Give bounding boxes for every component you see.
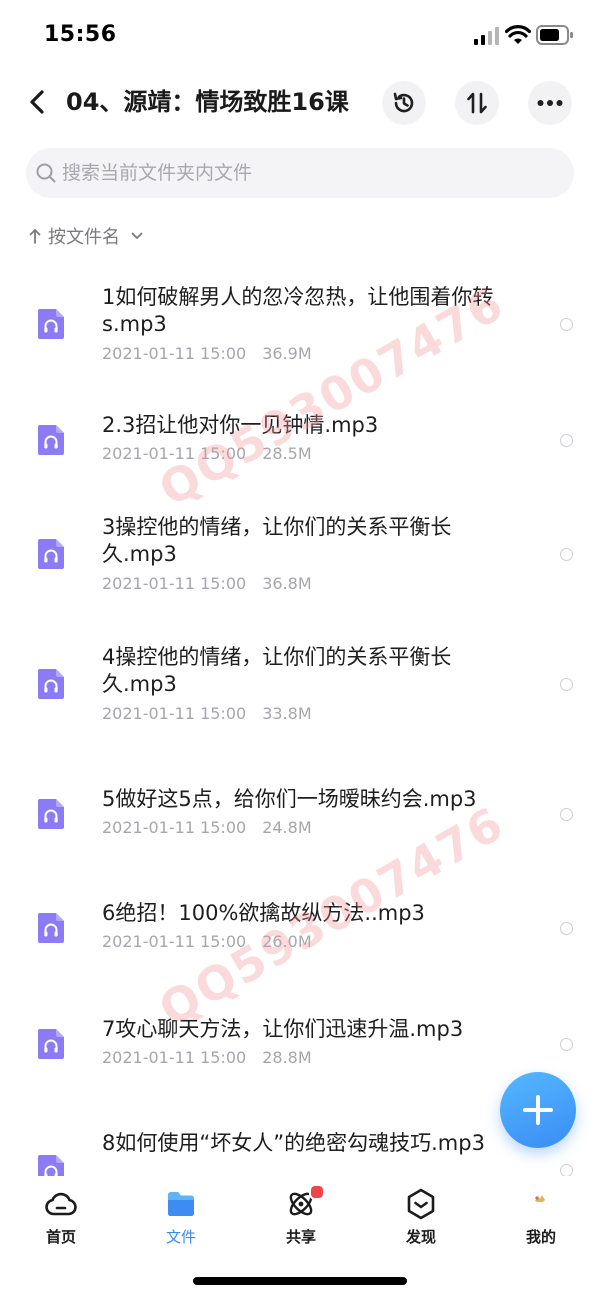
notification-badge <box>309 1184 325 1200</box>
signal-icon <box>474 27 499 45</box>
status-time: 15:56 <box>44 22 117 47</box>
home-indicator <box>193 1277 407 1285</box>
tab-discover-label: 发现 <box>405 1228 436 1246</box>
list-item[interactable]: 2.3招让他对你一见钟情.mp3 2021-01-11 15:00 28.5M <box>0 412 600 486</box>
file-name: 5做好这5点，给你们一场暧昧约会.mp3 <box>102 787 477 811</box>
file-name: 7攻心聊天方法，让你们迅速升温.mp3 <box>102 1017 464 1041</box>
search-input[interactable]: 搜索当前文件夹内文件 <box>26 148 574 198</box>
audio-file-icon <box>36 307 66 341</box>
tab-home[interactable]: 首页 <box>21 1186 101 1247</box>
wifi-icon <box>505 25 531 44</box>
file-meta: 2021-01-11 15:00 36.8M <box>102 574 312 593</box>
file-date: 2021-01-11 15:00 <box>102 1048 247 1067</box>
file-size: 24.8M <box>262 818 312 837</box>
select-checkbox[interactable] <box>560 808 573 821</box>
file-name: 6绝招！100%欲擒故纵方法..mp3 <box>102 901 425 925</box>
tab-mine-label: 我的 <box>525 1228 556 1246</box>
compass-icon <box>407 1188 435 1220</box>
sort-selector[interactable]: 按文件名 <box>28 222 144 250</box>
search-icon <box>36 163 56 183</box>
audio-file-icon <box>36 797 66 831</box>
sort-label: 按文件名 <box>48 227 120 248</box>
file-size: 26.0M <box>262 932 312 951</box>
sort-icon <box>467 92 487 114</box>
status-bar: 15:56 <box>0 0 600 70</box>
file-meta: 2021-01-11 15:00 28.8M <box>102 1048 312 1067</box>
folder-icon <box>168 1192 194 1216</box>
tab-mine[interactable]: 我的 <box>501 1186 581 1247</box>
file-size: 28.8M <box>262 1048 312 1067</box>
file-size: 36.9M <box>262 344 312 363</box>
list-item[interactable]: 4操控他的情绪，让你们的关系平衡长久.mp3 2021-01-11 15:00 33… <box>0 644 600 744</box>
page-title: 04、源靖：情场致胜16课 <box>66 88 349 116</box>
tab-files[interactable]: 文件 <box>141 1186 221 1247</box>
select-checkbox[interactable] <box>560 318 573 331</box>
profile-icon <box>535 1195 545 1202</box>
search-placeholder: 搜索当前文件夹内文件 <box>62 162 253 184</box>
list-item[interactable]: 1如何破解男人的忽冷忽热，让他围着你转s.mp3 2021-01-11 15:00… <box>0 284 600 384</box>
file-name: 2.3招让他对你一见钟情.mp3 <box>102 413 379 437</box>
tab-discover[interactable]: 发现 <box>381 1186 461 1247</box>
audio-file-icon <box>36 423 66 457</box>
tab-share-label: 共享 <box>285 1228 316 1246</box>
more-button[interactable] <box>528 81 572 125</box>
file-meta: 2021-01-11 15:00 24.8M <box>102 818 312 837</box>
file-date: 2021-01-11 15:00 <box>102 704 247 723</box>
file-meta: 2021-01-11 15:00 28.5M <box>102 444 312 463</box>
file-size: 33.8M <box>262 704 312 723</box>
select-checkbox[interactable] <box>560 922 573 935</box>
select-checkbox[interactable] <box>560 678 573 691</box>
file-date: 2021-01-11 15:00 <box>102 818 247 837</box>
file-name: 3操控他的情绪，让你们的关系平衡长久.mp3 <box>102 515 452 566</box>
atom-icon <box>283 1184 325 1222</box>
select-checkbox[interactable] <box>560 1038 573 1051</box>
audio-file-icon <box>36 667 66 701</box>
chevron-down-icon <box>131 232 143 239</box>
audio-file-icon <box>36 537 66 571</box>
history-icon <box>393 92 414 113</box>
header: 04、源靖：情场致胜16课 <box>0 72 600 132</box>
file-meta: 2021-01-11 15:00 33.8M <box>102 704 312 723</box>
file-date: 2021-01-11 15:00 <box>102 344 247 363</box>
plus-icon <box>523 1095 553 1125</box>
tab-home-label: 首页 <box>45 1228 76 1246</box>
cloud-icon <box>45 1192 77 1216</box>
history-button[interactable] <box>382 81 426 125</box>
battery-icon <box>536 25 573 45</box>
back-icon[interactable] <box>22 84 52 120</box>
audio-file-icon <box>36 911 66 945</box>
tab-bar: 首页 文件 共享 发现 我的 <box>0 1176 600 1256</box>
arrow-up-icon <box>29 229 41 244</box>
file-meta: 2021-01-11 15:00 36.9M <box>102 344 312 363</box>
audio-file-icon <box>36 1027 66 1061</box>
list-item[interactable]: 3操控他的情绪，让你们的关系平衡长久.mp3 2021-01-11 15:00 36… <box>0 514 600 614</box>
file-size: 28.5M <box>262 444 312 463</box>
sort-button[interactable] <box>455 81 499 125</box>
file-date: 2021-01-11 15:00 <box>102 444 247 463</box>
list-item[interactable]: 5做好这5点，给你们一场暧昧约会.mp3 2021-01-11 15:00 24.8… <box>0 786 600 860</box>
file-meta: 2021-01-11 15:00 26.0M <box>102 932 312 951</box>
file-date: 2021-01-11 15:00 <box>102 574 247 593</box>
file-name: 4操控他的情绪，让你们的关系平衡长久.mp3 <box>102 645 452 696</box>
select-checkbox[interactable] <box>560 548 573 561</box>
tab-files-label: 文件 <box>165 1228 196 1246</box>
file-name: 1如何破解男人的忽冷忽热，让他围着你转s.mp3 <box>102 285 494 336</box>
tab-share[interactable]: 共享 <box>261 1184 341 1247</box>
add-button[interactable] <box>500 1072 576 1148</box>
more-icon <box>537 100 563 106</box>
file-name: 8如何使用“坏女人”的绝密勾魂技巧.mp3 <box>102 1131 485 1155</box>
select-checkbox[interactable] <box>560 434 573 447</box>
list-item[interactable]: 6绝招！100%欲擒故纵方法..mp3 2021-01-11 15:00 26.0M <box>0 900 600 974</box>
file-date: 2021-01-11 15:00 <box>102 932 247 951</box>
list-item[interactable]: 7攻心聊天方法，让你们迅速升温.mp3 2021-01-11 15:00 28.8M <box>0 1016 600 1090</box>
file-size: 36.8M <box>262 574 312 593</box>
